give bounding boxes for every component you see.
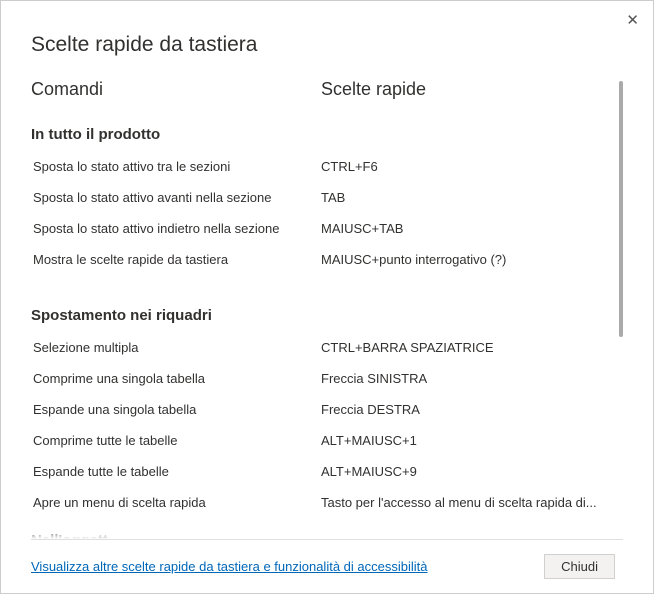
shortcut-row: Sposta lo stato attivo tra le sezioni CT… (31, 159, 609, 174)
commands-column-header: Comandi (31, 79, 321, 100)
close-button[interactable]: Chiudi (544, 554, 615, 579)
shortcut-key: MAIUSC+punto interrogativo (?) (321, 252, 609, 267)
command-label: Mostra le scelte rapide da tastiera (31, 252, 321, 267)
shortcut-key: CTRL+F6 (321, 159, 609, 174)
shortcut-row: Comprime tutte le tabelle ALT+MAIUSC+1 (31, 433, 609, 448)
shortcut-row: Apre un menu di scelta rapida Tasto per … (31, 495, 609, 510)
command-label: Sposta lo stato attivo avanti nella sezi… (31, 190, 321, 205)
shortcut-key: MAIUSC+TAB (321, 221, 609, 236)
shortcut-row: Sposta lo stato attivo avanti nella sezi… (31, 190, 609, 205)
command-label: Comprime tutte le tabelle (31, 433, 321, 448)
scroll-fade (31, 527, 609, 539)
section-title: Spostamento nei riquadri (31, 307, 609, 324)
close-icon[interactable]: ✕ (626, 11, 639, 29)
shortcut-key: ALT+MAIUSC+9 (321, 464, 609, 479)
command-label: Comprime una singola tabella (31, 371, 321, 386)
scrollbar-thumb[interactable] (619, 81, 623, 337)
columns-header: Comandi Scelte rapide (31, 79, 609, 100)
accessibility-link[interactable]: Visualizza altre scelte rapide da tastie… (31, 559, 427, 574)
shortcuts-column-header: Scelte rapide (321, 79, 426, 100)
content-scroll-area: Comandi Scelte rapide In tutto il prodot… (31, 79, 623, 539)
shortcut-key: Freccia DESTRA (321, 402, 609, 417)
keyboard-shortcuts-dialog: ✕ Scelte rapide da tastiera Comandi Scel… (1, 1, 653, 593)
shortcut-row: Mostra le scelte rapide da tastiera MAIU… (31, 252, 609, 267)
command-label: Espande tutte le tabelle (31, 464, 321, 479)
shortcut-row: Comprime una singola tabella Freccia SIN… (31, 371, 609, 386)
shortcut-key: TAB (321, 190, 609, 205)
shortcut-key: CTRL+BARRA SPAZIATRICE (321, 340, 609, 355)
section-panes: Spostamento nei riquadri Selezione multi… (31, 307, 609, 510)
command-label: Selezione multipla (31, 340, 321, 355)
shortcut-key: Freccia SINISTRA (321, 371, 609, 386)
dialog-title: Scelte rapide da tastiera (31, 33, 623, 57)
shortcut-row: Sposta lo stato attivo indietro nella se… (31, 221, 609, 236)
shortcut-row: Selezione multipla CTRL+BARRA SPAZIATRIC… (31, 340, 609, 355)
section-title: In tutto il prodotto (31, 126, 609, 143)
command-label: Sposta lo stato attivo indietro nella se… (31, 221, 321, 236)
dialog-footer: Visualizza altre scelte rapide da tastie… (31, 539, 623, 593)
section-product: In tutto il prodotto Sposta lo stato att… (31, 126, 609, 267)
shortcut-key: ALT+MAIUSC+1 (321, 433, 609, 448)
command-label: Sposta lo stato attivo tra le sezioni (31, 159, 321, 174)
shortcut-row: Espande tutte le tabelle ALT+MAIUSC+9 (31, 464, 609, 479)
shortcut-row: Espande una singola tabella Freccia DEST… (31, 402, 609, 417)
shortcut-key: Tasto per l'accesso al menu di scelta ra… (321, 495, 609, 510)
command-label: Apre un menu di scelta rapida (31, 495, 321, 510)
command-label: Espande una singola tabella (31, 402, 321, 417)
